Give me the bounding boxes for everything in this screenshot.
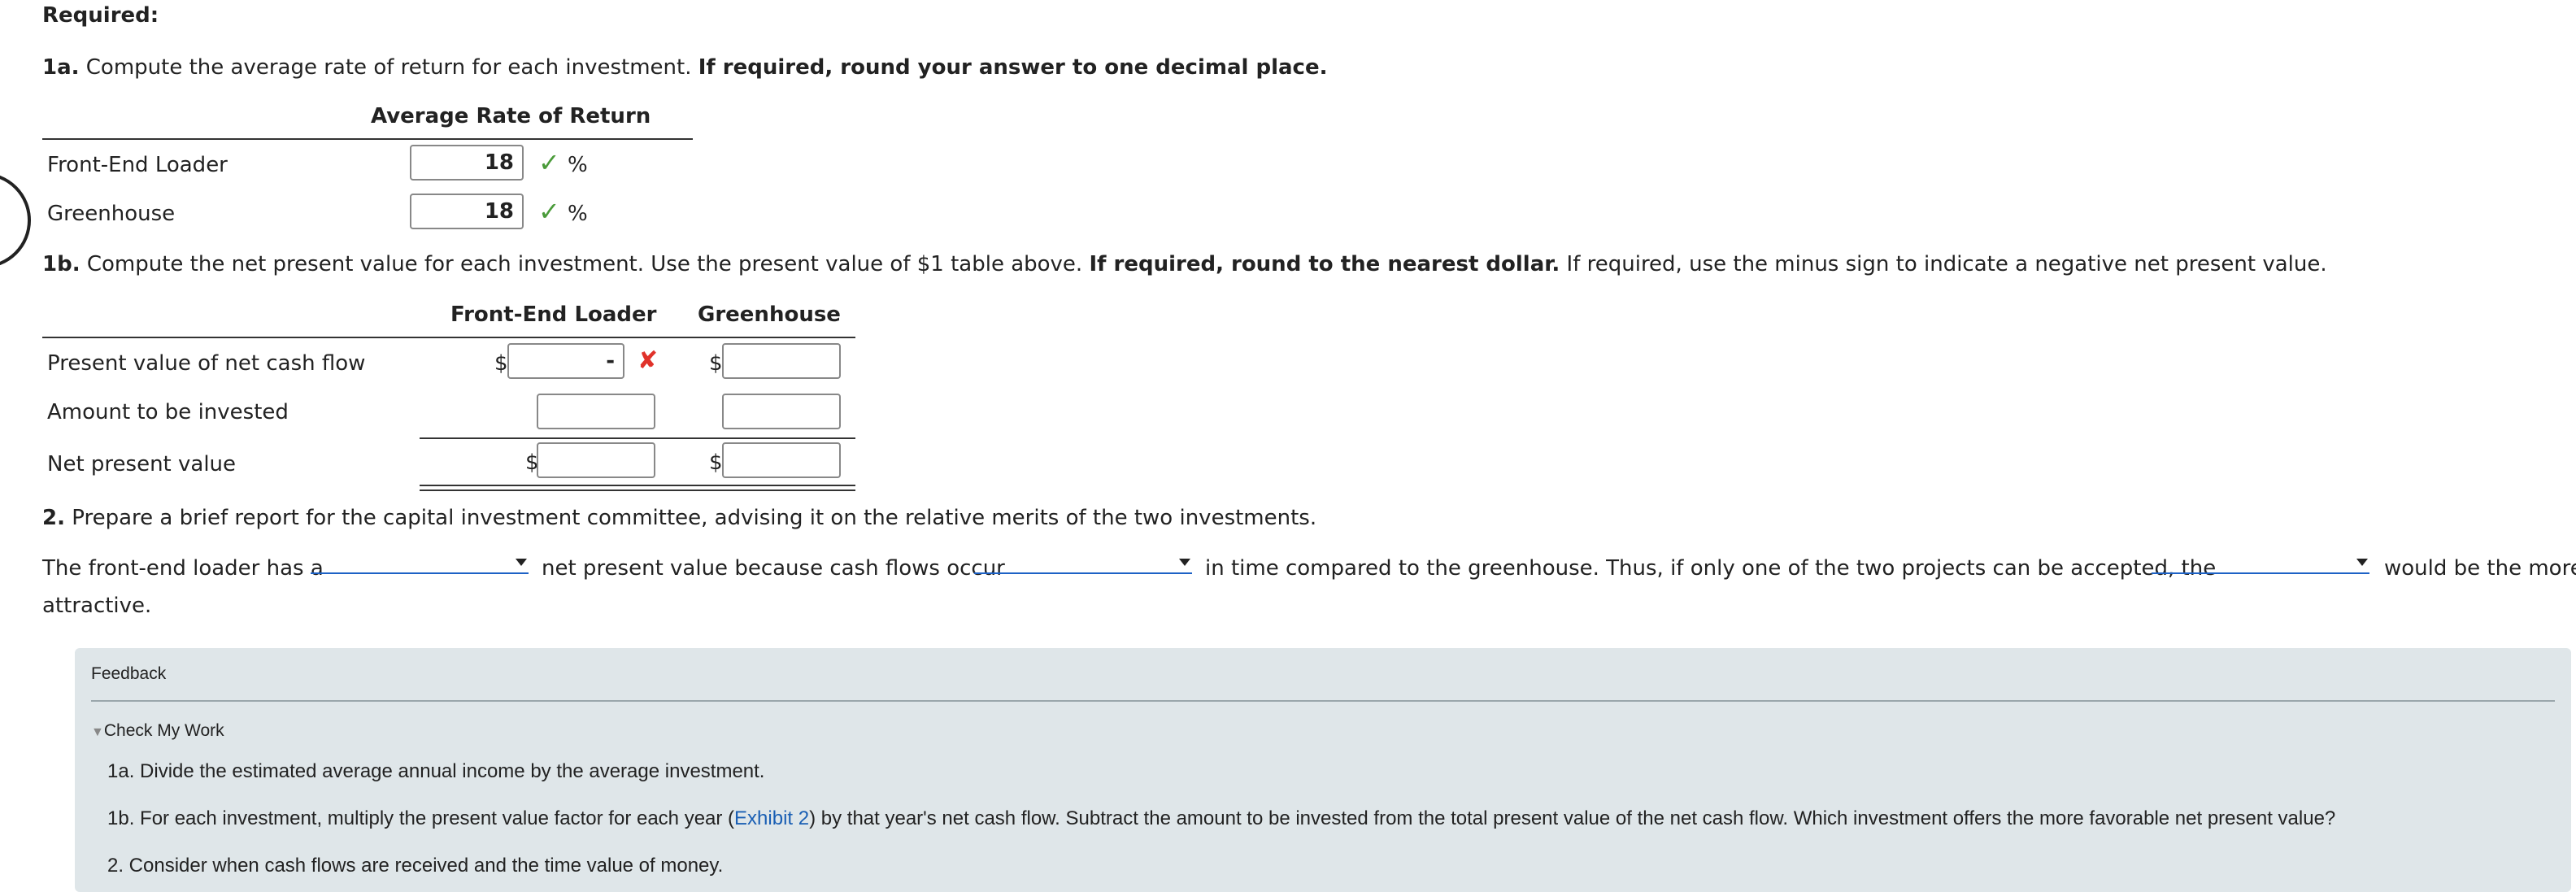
row-label-front-end-loader: Front-End Loader (47, 153, 228, 177)
sentence-part-1: The front-end loader has a (42, 556, 324, 581)
triangle-down-icon: ▼ (91, 725, 104, 739)
sentence-part-5: attractive. (42, 594, 152, 618)
chevron-down-icon (516, 559, 527, 566)
incorrect-x-icon: ✘ (637, 346, 659, 375)
avg-rate-front-end-loader-input[interactable]: 18 (410, 145, 524, 181)
avg-rate-header: Average Rate of Return (371, 104, 651, 128)
avg-rate-greenhouse-input[interactable]: 18 (410, 194, 524, 229)
feedback-hint-1b: 1b. For each investment, multiply the pr… (107, 807, 2336, 829)
navigation-arrow-button[interactable] (0, 172, 31, 268)
row-label-amount-invested: Amount to be invested (47, 400, 289, 424)
feedback-hint-2: 2. Consider when cash flows are received… (107, 855, 724, 877)
npv-comparison-dropdown[interactable] (311, 556, 529, 574)
dollar-sign: $ (709, 450, 723, 475)
sentence-part-4: would be the more (2384, 556, 2576, 581)
col-header-greenhouse: Greenhouse (698, 302, 841, 327)
question-2-prompt: 2. Prepare a brief report for the capita… (42, 506, 1317, 530)
question-1b-prompt: 1b. Compute the net present value for ea… (42, 252, 2327, 276)
double-rule-top (420, 485, 855, 486)
row-label-npv: Net present value (47, 452, 237, 476)
pv-net-cash-flow-fel-input[interactable]: - (507, 343, 624, 379)
feedback-divider (91, 700, 2555, 702)
chevron-down-icon (2356, 559, 2368, 566)
header-rule (42, 138, 693, 140)
double-rule-bottom (420, 490, 855, 491)
percent-unit: % (568, 202, 588, 226)
amount-invested-gh-input[interactable] (722, 394, 841, 429)
check-my-work-toggle[interactable]: ▼Check My Work (91, 721, 224, 741)
npv-fel-input[interactable] (537, 442, 655, 478)
project-choice-dropdown[interactable] (2152, 556, 2369, 574)
dollar-sign: $ (709, 351, 723, 376)
amount-invested-fel-input[interactable] (537, 394, 655, 429)
feedback-panel: Feedback ▼Check My Work 1a. Divide the e… (75, 648, 2571, 892)
exhibit-2-link[interactable]: Exhibit 2 (734, 807, 809, 829)
sentence-part-3: in time compared to the greenhouse. Thus… (1205, 556, 2217, 581)
col-header-front-end-loader: Front-End Loader (450, 302, 657, 327)
correct-check-icon: ✓ (538, 196, 560, 227)
feedback-hint-1a: 1a. Divide the estimated average annual … (107, 760, 765, 782)
pv-net-cash-flow-gh-input[interactable] (722, 343, 841, 379)
subtotal-rule (420, 437, 855, 439)
percent-unit: % (568, 153, 588, 177)
row-label-greenhouse: Greenhouse (47, 202, 176, 226)
npv-gh-input[interactable] (722, 442, 841, 478)
required-label: Required: (42, 3, 159, 28)
sentence-part-2: net present value because cash flows occ… (542, 556, 1005, 581)
dollar-sign: $ (494, 351, 508, 376)
cash-flow-timing-dropdown[interactable] (974, 556, 1192, 574)
correct-check-icon: ✓ (538, 147, 560, 178)
header-rule (42, 337, 855, 338)
row-label-pv-net-cash-flow: Present value of net cash flow (47, 351, 366, 376)
feedback-title: Feedback (91, 664, 167, 683)
question-1a-prompt: 1a. Compute the average rate of return f… (42, 55, 1328, 80)
chevron-down-icon (1179, 559, 1190, 566)
